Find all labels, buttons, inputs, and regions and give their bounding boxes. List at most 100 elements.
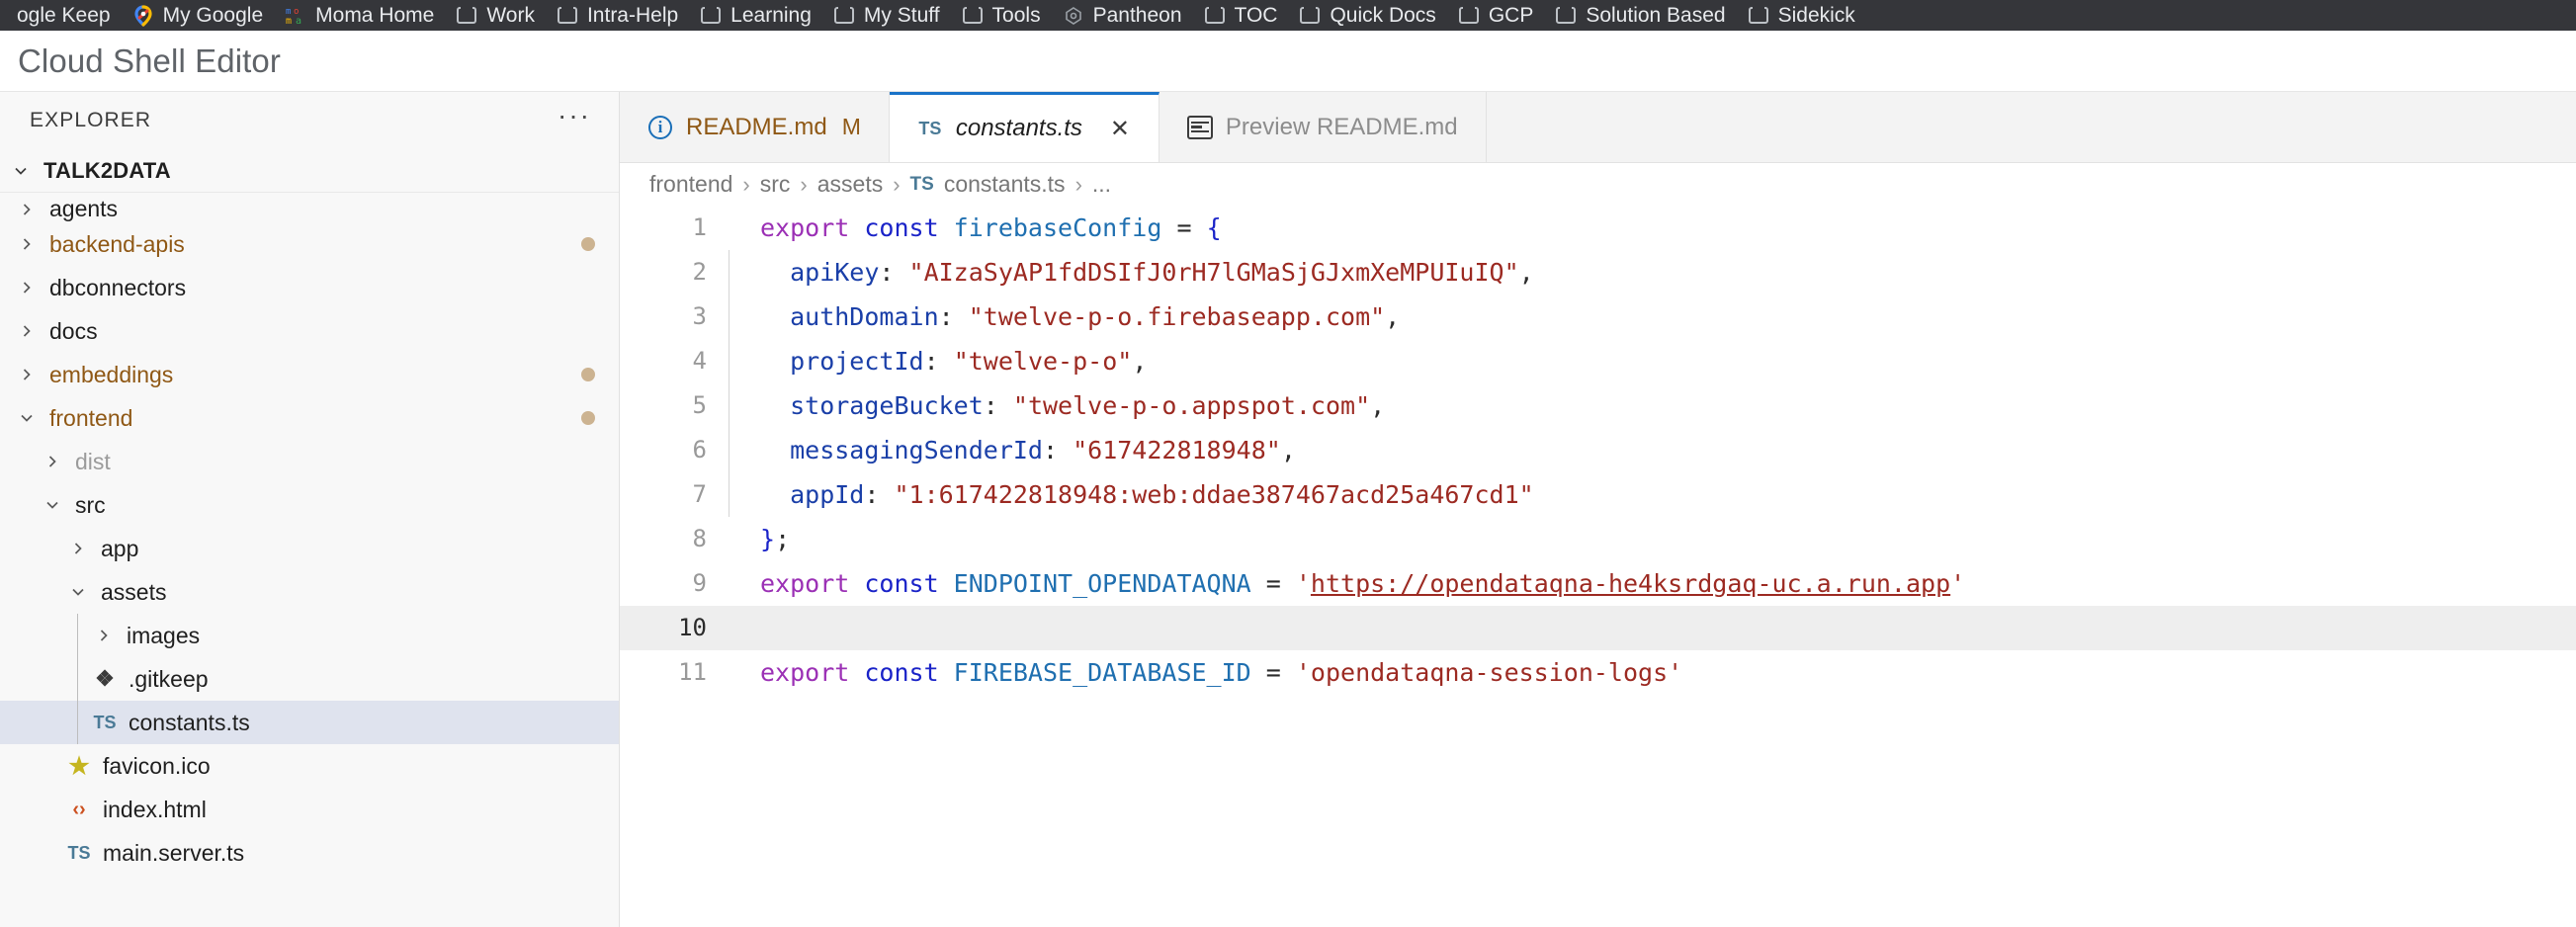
tree-file-row[interactable]: ★ favicon.ico — [0, 744, 619, 788]
html-icon: ‹› — [72, 798, 86, 820]
code-token: ; — [775, 525, 791, 553]
code-token: "twelve-p-o.appspot.com" — [1012, 391, 1371, 420]
code-token[interactable]: https://opendataqna-he4ksrdgaq-uc.a.run.… — [1311, 569, 1950, 598]
chevron-right-icon[interactable] — [14, 197, 40, 222]
tree-folder-row[interactable]: embeddings — [0, 353, 619, 396]
editor-tab[interactable]: Preview README.md — [1159, 92, 1487, 162]
editor-tab-bar[interactable]: i README.md M TS constants.ts ✕ Preview README… — [620, 92, 2576, 163]
code-token: projectId — [760, 347, 924, 376]
bookmark-item[interactable]: Learning — [689, 2, 822, 30]
code-editor-content[interactable]: 1 export const firebaseConfig = {2 apiKey… — [620, 206, 2576, 927]
editor-tab[interactable]: i README.md M — [620, 92, 890, 162]
breadcrumb-file[interactable]: constants.ts — [944, 171, 1066, 198]
tree-folder-row[interactable]: agents — [0, 193, 619, 222]
chevron-down-icon[interactable] — [65, 579, 91, 605]
bookmark-item[interactable]: Intra-Help — [546, 2, 689, 30]
bookmark-label: Sidekick — [1777, 4, 1855, 27]
tree-folder-row[interactable]: src — [0, 483, 619, 527]
tree-folder-row[interactable]: assets — [0, 570, 619, 614]
bookmark-item[interactable]: Work — [445, 2, 546, 30]
breadcrumb-part[interactable]: src — [760, 171, 791, 198]
editor-workbench: EXPLORER ··· TALK2DATA agents backend-api… — [0, 91, 2576, 927]
chevron-right-icon[interactable] — [65, 536, 91, 561]
moma-icon: moma — [285, 5, 306, 27]
code-line[interactable]: 7 appId: "1:617422818948:web:ddae387467a… — [620, 472, 2576, 517]
code-line[interactable]: 11 export const FIREBASE_DATABASE_ID = 'o… — [620, 650, 2576, 695]
ts-icon: TS — [909, 173, 934, 195]
bookmark-item[interactable]: ogle Keep — [6, 2, 122, 29]
code-line[interactable]: 8}; — [620, 517, 2576, 561]
bookmark-item[interactable]: My Google — [122, 2, 275, 30]
code-line[interactable]: 10 — [620, 606, 2576, 650]
chevron-right-icon[interactable] — [14, 318, 40, 344]
line-number: 10 — [678, 614, 707, 641]
explorer-more-actions-button[interactable]: ··· — [558, 102, 591, 131]
info-circle-icon: i — [647, 115, 673, 140]
folder-icon — [962, 5, 984, 27]
code-token: export — [760, 658, 865, 687]
tree-folder-row[interactable]: backend-apis — [0, 222, 619, 266]
code-token: const — [864, 569, 954, 598]
breadcrumb-part[interactable]: assets — [817, 171, 883, 198]
bookmark-item[interactable]: Tools — [951, 2, 1052, 30]
editor-tab-label: constants.ts — [955, 115, 1082, 141]
bookmark-item[interactable]: TOC — [1193, 2, 1289, 30]
tree-item-label: backend-apis — [49, 230, 185, 257]
tree-file-row[interactable]: TS main.server.ts — [0, 831, 619, 875]
editor-tab[interactable]: TS constants.ts ✕ — [889, 92, 1159, 162]
code-line-text: projectId: "twelve-p-o", — [760, 339, 2576, 383]
line-number: 8 — [692, 525, 707, 552]
chevron-down-icon[interactable] — [40, 492, 65, 518]
code-line[interactable]: 2 apiKey: "AIzaSyAP1fdDSIfJ0rH7lGMaSjGJx… — [620, 250, 2576, 295]
breadcrumb-symbol-tail[interactable]: ... — [1092, 171, 1111, 198]
code-line[interactable]: 3 authDomain: "twelve-p-o.firebaseapp.co… — [620, 295, 2576, 339]
breadcrumb-part[interactable]: frontend — [649, 171, 732, 198]
code-line[interactable]: 1 export const firebaseConfig = { — [620, 206, 2576, 250]
code-line[interactable]: 6 messagingSenderId: "617422818948", — [620, 428, 2576, 472]
code-line[interactable]: 5 storageBucket: "twelve-p-o.appspot.com… — [620, 383, 2576, 428]
tree-folder-row[interactable]: images — [0, 614, 619, 657]
workspace-root-row[interactable]: TALK2DATA — [0, 149, 619, 193]
tree-file-row[interactable]: TS constants.ts — [0, 701, 619, 744]
tree-folder-row[interactable]: dbconnectors — [0, 266, 619, 309]
breadcrumb-separator-icon: › — [800, 171, 808, 197]
bookmark-item[interactable]: My Stuff — [822, 2, 951, 30]
editor-tab-label: Preview README.md — [1225, 113, 1458, 140]
folder-icon — [1555, 5, 1577, 27]
tree-file-row[interactable]: ❖ .gitkeep — [0, 657, 619, 701]
code-token: : — [864, 480, 895, 509]
bookmark-item[interactable]: Pantheon — [1052, 2, 1193, 30]
chevron-right-icon[interactable] — [91, 623, 117, 648]
chevron-right-icon[interactable] — [14, 231, 40, 257]
breadcrumb[interactable]: frontend › src › assets › TS constants.ts ›... — [620, 163, 2576, 206]
tree-folder-row[interactable]: app — [0, 527, 619, 570]
bookmark-label: Intra-Help — [586, 4, 679, 27]
tree-folder-row[interactable]: docs — [0, 309, 619, 353]
tree-file-row[interactable]: ‹› index.html — [0, 788, 619, 831]
tree-folder-row[interactable]: frontend — [0, 396, 619, 440]
chevron-down-icon[interactable] — [14, 405, 40, 431]
tree-item-label: agents — [49, 196, 119, 221]
bookmark-item[interactable]: Solution Based — [1544, 2, 1736, 30]
bookmark-item[interactable]: m o m a Moma Home — [274, 2, 445, 30]
indent-guide — [729, 250, 730, 295]
tree-item-label: dbconnectors — [49, 274, 187, 300]
chevron-right-icon[interactable] — [14, 275, 40, 300]
bookmark-item[interactable]: Sidekick — [1737, 2, 1866, 30]
bookmark-item[interactable]: Quick Docs — [1288, 2, 1446, 30]
close-icon[interactable]: ✕ — [1109, 115, 1131, 143]
code-token: { — [1206, 213, 1222, 242]
code-line[interactable]: 9 export const ENDPOINT_OPENDATAQNA = 'ht… — [620, 561, 2576, 606]
explorer-sidebar: EXPLORER ··· TALK2DATA agents backend-api… — [0, 92, 620, 927]
chevron-right-icon[interactable] — [40, 449, 65, 474]
line-number: 3 — [692, 302, 707, 330]
file-tree[interactable]: agents backend-apis dbconnectors docs embedd… — [0, 193, 619, 927]
code-line[interactable]: 4 projectId: "twelve-p-o", — [620, 339, 2576, 383]
tree-folder-row[interactable]: dist — [0, 440, 619, 483]
code-token: , — [1370, 391, 1386, 420]
folder-icon — [700, 5, 722, 27]
code-line-text: export const ENDPOINT_OPENDATAQNA = 'htt… — [760, 561, 2576, 606]
chevron-right-icon[interactable] — [14, 362, 40, 387]
bookmark-item[interactable]: GCP — [1447, 2, 1545, 30]
explorer-header: EXPLORER ··· — [0, 92, 619, 149]
